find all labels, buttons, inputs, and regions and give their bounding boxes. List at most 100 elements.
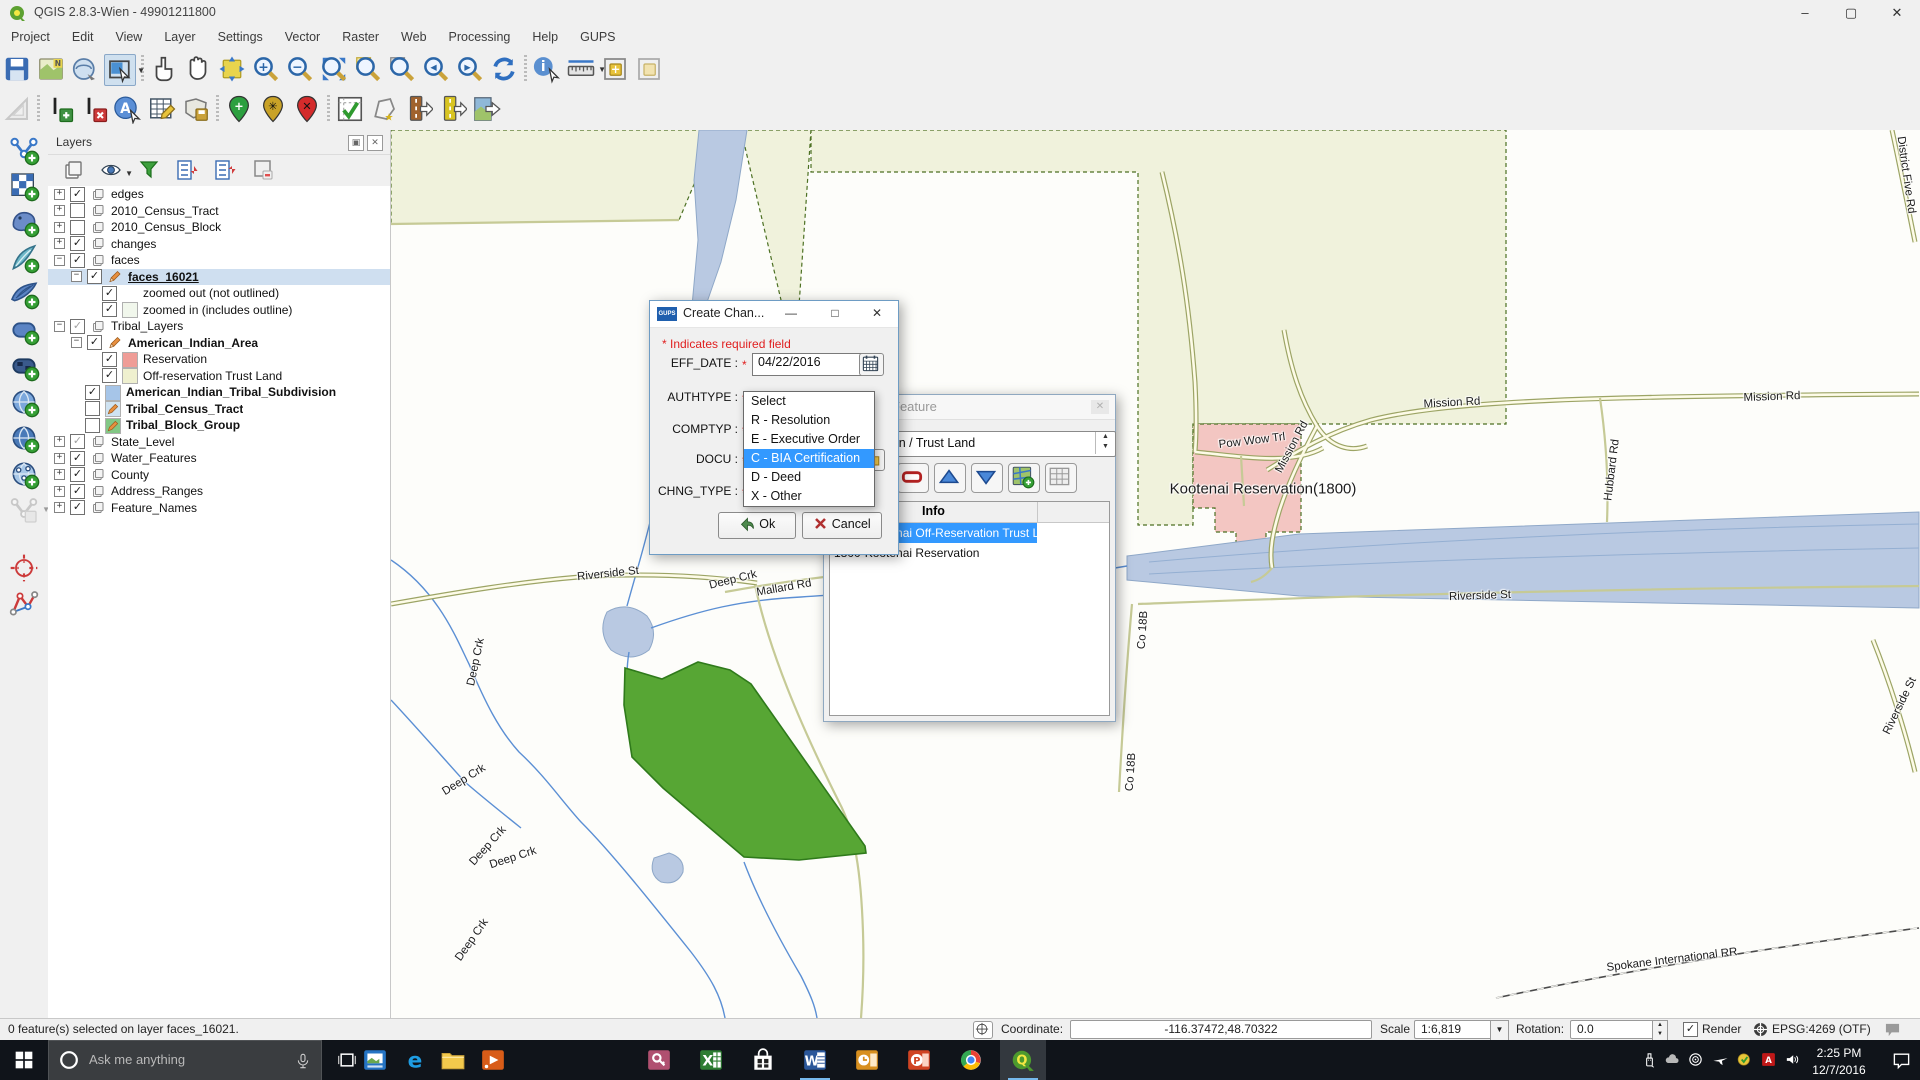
menu-project[interactable]: Project (0, 26, 61, 48)
add-group-icon[interactable] (61, 158, 85, 182)
snap-crosshair-icon[interactable] (8, 552, 40, 584)
layer-visibility-checkbox[interactable]: ✓ (102, 352, 117, 367)
tree-expander-icon[interactable]: + (54, 486, 65, 497)
layer-visibility-checkbox[interactable]: ✓ (102, 302, 117, 317)
attribute-table-icon[interactable] (1045, 463, 1077, 493)
add-oracle-georaster-icon[interactable] (8, 350, 40, 382)
show-bookmarks-icon[interactable] (634, 54, 664, 84)
layer-visibility-checkbox[interactable] (85, 401, 100, 416)
tray-onedrive-icon[interactable] (1661, 1040, 1684, 1080)
advanced-digitizing-icon[interactable] (2, 94, 32, 124)
layer-row-american-indian-tribal-subdivision[interactable]: ✓American_Indian_Tribal_Subdivision (48, 384, 390, 401)
layer-visibility-checkbox[interactable]: ✓ (70, 500, 85, 515)
layer-visibility-checkbox[interactable]: ✓ (70, 451, 85, 466)
select-features-icon[interactable]: ▼ (104, 54, 136, 86)
layer-visibility-checkbox[interactable]: ✓ (70, 434, 85, 449)
layer-row-2010-census-block[interactable]: +2010_Census_Block (48, 219, 390, 236)
layer-visibility-checkbox[interactable]: ✓ (70, 236, 85, 251)
add-mssql-layer-icon[interactable] (8, 278, 40, 310)
taskbar-app-excel-icon[interactable]: X (688, 1040, 734, 1080)
panel-close-icon[interactable]: ✕ (367, 135, 383, 151)
layer-visibility-checkbox[interactable]: ✓ (70, 467, 85, 482)
layer-row-reservation[interactable]: ✓Reservation (48, 351, 390, 368)
tree-expander-icon[interactable]: − (71, 337, 82, 348)
layer-row-faces[interactable]: −✓faces (48, 252, 390, 269)
layer-row-faces-16021[interactable]: −✓faces_16021 (48, 269, 390, 286)
layer-row-2010-census-tract[interactable]: +2010_Census_Tract (48, 203, 390, 220)
tray-volume-icon[interactable] (1781, 1040, 1804, 1080)
log-messages-icon[interactable] (1884, 1022, 1901, 1040)
save-project-icon[interactable] (2, 54, 32, 84)
layer-visibility-checkbox[interactable]: ✓ (70, 187, 85, 202)
polygon-review-icon[interactable]: ★ (369, 94, 399, 124)
attribute-table-edit-icon[interactable] (147, 94, 177, 124)
menu-layer[interactable]: Layer (153, 26, 206, 48)
zoom-last-icon[interactable]: ◂ (421, 54, 451, 84)
add-wcs-layer-icon[interactable] (8, 422, 40, 454)
new-bookmark-icon[interactable]: + (600, 54, 630, 84)
layer-row-county[interactable]: +✓County (48, 467, 390, 484)
zoom-map-add-icon[interactable] (1008, 463, 1040, 493)
taskbar-app-word-icon[interactable]: W (792, 1040, 838, 1080)
layer-visibility-checkbox[interactable]: ✓ (70, 484, 85, 499)
add-oracle-layer-icon[interactable] (8, 314, 40, 346)
dropdown-option[interactable]: R - Resolution (744, 411, 874, 430)
tree-expander-icon[interactable]: + (54, 436, 65, 447)
add-spatialite-layer-icon[interactable] (8, 242, 40, 274)
filter-legend-icon[interactable] (137, 158, 161, 182)
layer-row-state-level[interactable]: +✓State_Level (48, 434, 390, 451)
layer-visibility-checkbox[interactable]: ✓ (85, 385, 100, 400)
calendar-icon[interactable] (859, 353, 884, 376)
layer-row-changes[interactable]: +✓changes (48, 236, 390, 253)
menu-vector[interactable]: Vector (274, 26, 331, 48)
action-center-icon[interactable] (1884, 1040, 1920, 1080)
tree-expander-icon[interactable]: + (54, 469, 65, 480)
rotation-spin-arrows-icon[interactable]: ▲▼ (1652, 1020, 1668, 1041)
add-linear-feature-icon[interactable] (45, 94, 75, 124)
pan-map-icon[interactable] (183, 54, 213, 84)
zoom-next-icon[interactable]: ▸ (455, 54, 485, 84)
dropdown-option[interactable]: C - BIA Certification (744, 449, 874, 468)
collapse-all-icon[interactable] (213, 158, 237, 182)
menu-gups[interactable]: GUPS (569, 26, 626, 48)
dropdown-option[interactable]: X - Other (744, 487, 874, 506)
node-tool-icon[interactable]: ▼ (8, 494, 40, 526)
dropdown-option[interactable]: Select (744, 392, 874, 411)
modify-point-icon[interactable]: ✳ (258, 94, 288, 124)
tree-expander-icon[interactable]: + (54, 222, 65, 233)
layer-visibility-checkbox[interactable]: ✓ (102, 368, 117, 383)
menu-help[interactable]: Help (521, 26, 569, 48)
dialog-maximize-icon[interactable]: □ (824, 305, 846, 323)
layer-row-zoomed-out-not-outlined-[interactable]: ✓zoomed out (not outlined) (48, 285, 390, 302)
add-postgis-layer-icon[interactable] (8, 206, 40, 238)
tree-expander-icon[interactable]: − (54, 321, 65, 332)
layer-visibility-checkbox[interactable]: ✓ (87, 335, 102, 350)
validate-edits-icon[interactable] (335, 94, 365, 124)
layer-row-tribal-block-group[interactable]: Tribal_Block_Group (48, 417, 390, 434)
map-capture-icon[interactable] (70, 54, 100, 84)
tray-airplane-icon[interactable] (1709, 1040, 1732, 1080)
layer-visibility-checkbox[interactable]: ✓ (70, 319, 85, 334)
tray-acrobat-icon[interactable]: A (1757, 1040, 1780, 1080)
layer-row-tribal-layers[interactable]: −✓Tribal_Layers (48, 318, 390, 335)
menu-view[interactable]: View (104, 26, 153, 48)
expand-all-icon[interactable] (175, 158, 199, 182)
crs-status-icon[interactable] (1753, 1022, 1768, 1040)
layer-visibility-checkbox[interactable]: ✓ (102, 286, 117, 301)
touch-zoom-icon[interactable] (149, 54, 179, 84)
menu-settings[interactable]: Settings (207, 26, 274, 48)
tree-expander-icon[interactable]: + (54, 453, 65, 464)
close-button[interactable]: ✕ (1874, 0, 1920, 26)
export-map-icon[interactable] (471, 94, 501, 124)
combo-spinner-icon[interactable]: ▲▼ (1095, 432, 1115, 454)
dropdown-arrow-icon[interactable]: ▼ (137, 66, 145, 75)
label-tool-icon[interactable]: A (113, 94, 143, 124)
layer-row-american-indian-area[interactable]: −✓American_Indian_Area (48, 335, 390, 352)
menu-raster[interactable]: Raster (331, 26, 390, 48)
coordinate-input[interactable]: -116.37472,48.70322 (1070, 1020, 1372, 1039)
ok-button[interactable]: Ok (718, 512, 796, 539)
layer-row-feature-names[interactable]: +✓Feature_Names (48, 500, 390, 517)
start-button[interactable] (0, 1040, 48, 1080)
layer-visibility-checkbox[interactable]: ✓ (70, 253, 85, 268)
feature-dialog-close-icon[interactable]: ✕ (1091, 400, 1109, 414)
